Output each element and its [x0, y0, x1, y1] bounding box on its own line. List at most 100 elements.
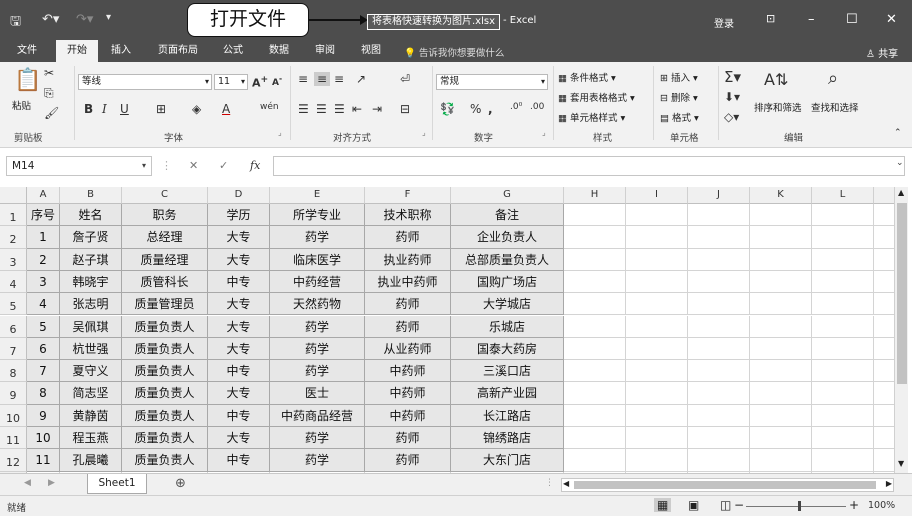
column-header-a[interactable]: A [27, 187, 60, 204]
minimize-icon[interactable]: – [808, 12, 815, 27]
table-cell[interactable] [812, 204, 874, 227]
table-format-button[interactable]: ▦ 套用表格格式 ▾ [558, 90, 635, 104]
align-center-icon[interactable]: ☰ [316, 102, 327, 116]
worksheet-grid[interactable]: A B C D E F G H I J K L 1 序号 姓名 职务 学历 所学专业 技术职称 备注 2 1 詹子贤 总经理大… [0, 187, 894, 473]
table-cell[interactable] [688, 315, 750, 338]
table-cell[interactable]: 9 [27, 404, 60, 427]
tab-review[interactable]: 审阅 [306, 40, 344, 62]
expand-formula-bar-icon[interactable]: ⌄ [896, 158, 904, 168]
table-cell[interactable] [812, 337, 874, 361]
table-cell[interactable] [688, 248, 750, 271]
orientation-icon[interactable]: ↗ [356, 72, 366, 86]
table-cell[interactable] [626, 427, 688, 450]
increase-font-icon[interactable]: A+ [252, 74, 268, 90]
fill-icon[interactable]: ⬇▾ [724, 90, 740, 104]
table-cell[interactable] [688, 204, 750, 227]
dialog-launcher-icon[interactable]: ⌟ [422, 128, 426, 137]
table-cell[interactable] [626, 382, 688, 405]
find-select-button[interactable]: 查找和选择 [811, 100, 859, 114]
table-cell[interactable]: 中药师 [365, 382, 451, 405]
copy-icon[interactable]: ⎘ [44, 86, 54, 101]
clear-icon[interactable]: ◇▾ [724, 110, 739, 124]
table-cell[interactable]: 10 [27, 427, 60, 450]
table-cell[interactable]: 4 [27, 293, 60, 316]
table-cell[interactable]: 3 [27, 270, 60, 294]
cut-icon[interactable]: ✂ [44, 66, 54, 80]
table-cell[interactable] [626, 204, 688, 227]
table-cell[interactable] [688, 293, 750, 316]
save-icon[interactable]: 🖫 [10, 12, 21, 34]
table-cell[interactable]: 药学 [270, 427, 365, 450]
table-cell[interactable] [874, 427, 894, 450]
normal-view-icon[interactable]: ▦ [654, 498, 672, 512]
merge-center-icon[interactable]: ⊟ [400, 102, 410, 116]
borders-icon[interactable]: ⊞ [156, 102, 166, 116]
table-cell[interactable] [564, 360, 626, 383]
format-cells-button[interactable]: ▤ 格式 ▾ [660, 110, 699, 124]
table-cell[interactable] [626, 337, 688, 361]
underline-icon[interactable]: U [120, 102, 129, 116]
table-cell[interactable] [750, 248, 812, 271]
column-header-l[interactable]: L [812, 187, 874, 204]
align-bottom-icon[interactable]: ≡ [334, 72, 344, 86]
table-cell[interactable] [564, 404, 626, 427]
table-cell[interactable]: 夏守义 [60, 360, 122, 383]
table-cell[interactable]: 黄静茵 [60, 404, 122, 427]
table-cell[interactable] [874, 382, 894, 405]
login-link[interactable]: 登录 [714, 15, 734, 30]
name-box[interactable]: M14 ▾ [6, 156, 152, 176]
table-cell[interactable] [750, 293, 812, 316]
table-cell[interactable]: 吴佩琪 [60, 315, 122, 338]
zoom-in-icon[interactable]: + [849, 498, 859, 512]
vertical-scroll-thumb[interactable] [897, 203, 907, 384]
table-cell[interactable] [812, 226, 874, 249]
table-cell[interactable] [874, 316, 894, 338]
row-header[interactable]: 10 [0, 404, 27, 427]
row-header[interactable]: 8 [0, 360, 27, 383]
table-cell[interactable]: 赵子琪 [60, 248, 122, 271]
table-cell[interactable]: 中专 [208, 404, 270, 427]
table-cell[interactable]: 总部质量负责人 [451, 248, 564, 271]
table-cell[interactable]: 执业药师 [365, 248, 451, 271]
table-cell[interactable] [750, 204, 812, 227]
table-cell[interactable]: 长江路店 [451, 404, 564, 427]
table-cell[interactable] [626, 226, 688, 249]
table-cell[interactable] [812, 382, 874, 405]
increase-decimal-icon[interactable]: .0⁰ [510, 102, 522, 112]
table-cell[interactable]: 7 [27, 360, 60, 383]
table-cell[interactable]: 中专 [208, 449, 270, 472]
add-sheet-icon[interactable]: ⊕ [175, 476, 186, 491]
table-cell[interactable]: 质量负责人 [122, 382, 208, 405]
table-cell[interactable]: 11 [27, 449, 60, 472]
column-header-d[interactable]: D [208, 187, 270, 204]
prev-sheet-icon[interactable]: ◀ [24, 478, 31, 488]
tab-file[interactable]: 文件 [8, 40, 46, 62]
italic-icon[interactable]: I [102, 102, 107, 116]
row-header[interactable]: 3 [0, 248, 27, 271]
row-header[interactable]: 2 [0, 226, 27, 249]
table-cell[interactable]: 国购广场店 [451, 270, 564, 294]
table-cell[interactable] [750, 315, 812, 338]
table-cell[interactable]: 药师 [365, 449, 451, 472]
table-cell[interactable] [688, 427, 750, 450]
table-cell[interactable]: 从业药师 [365, 337, 451, 361]
table-cell[interactable]: 药师 [365, 293, 451, 316]
table-cell[interactable] [626, 360, 688, 383]
sort-filter-icon[interactable]: A⇅ [764, 70, 788, 89]
table-cell[interactable]: 大专 [208, 382, 270, 405]
table-cell[interactable]: 质量管理员 [122, 293, 208, 316]
table-cell[interactable]: 6 [27, 337, 60, 361]
bold-icon[interactable]: B [84, 102, 93, 116]
table-header-cell[interactable]: 职务 [122, 204, 208, 227]
table-cell[interactable] [812, 360, 874, 383]
table-header-cell[interactable]: 序号 [27, 204, 60, 227]
table-cell[interactable]: 三溪口店 [451, 360, 564, 383]
table-cell[interactable]: 大专 [208, 315, 270, 338]
decrease-font-icon[interactable]: A- [272, 74, 282, 88]
delete-cells-button[interactable]: ⊟ 删除 ▾ [660, 90, 698, 104]
column-header-b[interactable]: B [60, 187, 122, 204]
ribbon-display-options-icon[interactable]: ⊡ [766, 12, 775, 25]
scroll-down-icon[interactable]: ▼ [898, 459, 904, 468]
font-size-combo[interactable]: 11 ▾ [214, 74, 248, 90]
column-header-f[interactable]: F [365, 187, 451, 204]
